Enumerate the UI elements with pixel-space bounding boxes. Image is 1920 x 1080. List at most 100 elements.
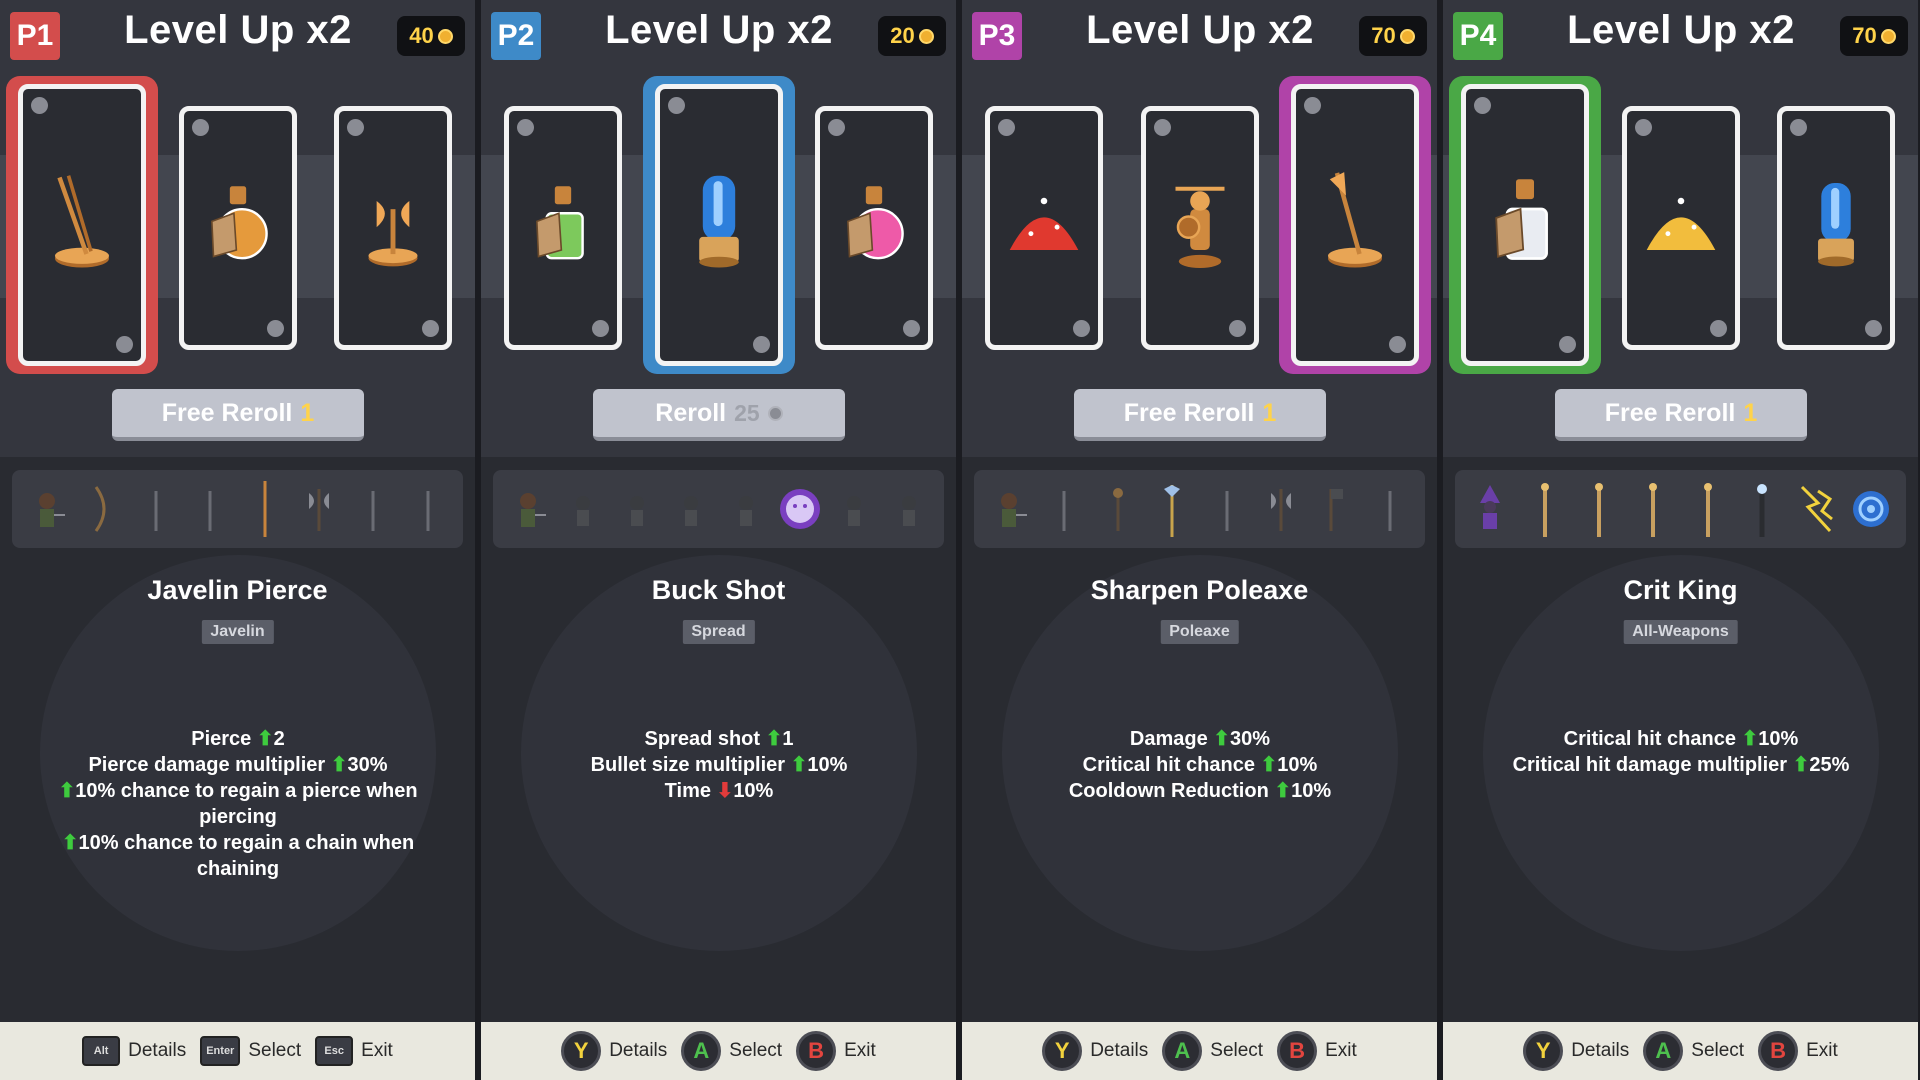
javelin-icon[interactable] [243,479,287,539]
upgrade-card-2[interactable] [655,84,783,366]
upgrade-card-3[interactable] [1291,84,1419,366]
wand-icon[interactable] [1631,479,1675,539]
vortex-icon[interactable] [1849,479,1893,539]
card-area: P2 Level Up x2 20 Reroll 25 [481,0,956,457]
coin-icon [1399,28,1415,44]
stat-value: 30% [347,754,388,776]
key-alt-icon: Alt [82,1036,121,1066]
character-icon[interactable] [987,479,1031,539]
player-badge: P1 [10,12,60,60]
stat-line: Pierce ⬆2 [40,726,436,752]
dagger-icon[interactable] [188,479,232,539]
upgrade-card-1[interactable] [1461,84,1589,366]
spear-icon[interactable] [1368,479,1412,539]
soldier-icon[interactable] [724,479,768,539]
level-up-title: Level Up x2 [1086,8,1314,52]
reroll-label: Free Reroll [161,398,293,427]
free-reroll-count: 1 [1743,398,1758,427]
soldier-icon[interactable] [561,479,605,539]
soldier-icon[interactable] [615,479,659,539]
card-corner-dot [592,320,609,337]
bow-icon[interactable] [80,479,124,539]
hint-select[interactable]: Enter Select [200,1036,301,1066]
hint-details[interactable]: Alt Details [82,1036,186,1066]
weapon-tag: All-Weapons [1623,620,1738,644]
card-corner-dot [903,320,920,337]
upgrade-card-2[interactable] [1141,106,1259,350]
axe-icon[interactable] [1259,479,1303,539]
upgrade-card-2[interactable] [179,106,297,350]
poleaxe-icon[interactable] [1150,479,1194,539]
wand-icon[interactable] [1686,479,1730,539]
spear-icon[interactable] [134,479,178,539]
stat-value: 10% [1758,728,1799,750]
moon-icon[interactable] [778,479,822,539]
hint-exit[interactable]: B Exit [1758,1031,1838,1071]
character-icon[interactable] [25,479,69,539]
wizard-icon[interactable] [1468,479,1512,539]
stat-value: 10% [1277,754,1318,776]
soldier-icon[interactable] [669,479,713,539]
stat-line: Critical hit chance ⬆10% [1002,752,1398,778]
scepter-icon[interactable] [1740,479,1784,539]
hint-exit[interactable]: B Exit [796,1031,876,1071]
character-icon[interactable] [506,479,550,539]
wand-icon[interactable] [1577,479,1621,539]
gold-counter: 20 [878,16,946,56]
hint-exit[interactable]: B Exit [1277,1031,1357,1071]
stat-name: Spread shot [644,728,761,750]
player-panel-p4: P4 Level Up x2 70 Free Reroll 1 Crit King All-… [1443,0,1918,1080]
mace-icon[interactable] [1096,479,1140,539]
upgrade-card-1[interactable] [18,84,146,366]
upgrade-card-2[interactable] [1622,106,1740,350]
reroll-button[interactable]: Free Reroll 1 [1074,389,1326,441]
hint-label: Details [1090,1040,1149,1061]
hint-exit[interactable]: Esc Exit [315,1036,393,1066]
flag-icon[interactable] [1313,479,1357,539]
spear-icon[interactable] [1205,479,1249,539]
gold-value: 40 [409,23,434,48]
hint-details[interactable]: Y Details [561,1031,667,1071]
button-a-icon: A [681,1031,722,1071]
reroll-button[interactable]: Free Reroll 1 [112,389,364,441]
hint-details[interactable]: Y Details [1042,1031,1148,1071]
hint-label: Exit [844,1040,876,1061]
player-panel-p1: P1 Level Up x2 40 Free Reroll 1 Javelin Pierc… [0,0,475,1080]
shell-blue-icon [674,169,764,282]
reroll-button[interactable]: Reroll 25 [593,389,845,441]
warrior-statue-icon [1159,177,1241,280]
level-up-title: Level Up x2 [124,8,352,52]
hint-details[interactable]: Y Details [1523,1031,1629,1071]
upgrade-card-1[interactable] [985,106,1103,350]
staff-icon[interactable] [406,479,450,539]
hint-label: Details [128,1040,187,1061]
card-corner-dot [1229,320,1246,337]
poleaxe-statue-icon [1310,169,1400,282]
lightning-icon[interactable] [1794,479,1838,539]
pile-red-icon [1003,177,1085,280]
hint-select[interactable]: A Select [1162,1031,1263,1071]
stat-name: Critical hit chance [1563,728,1736,750]
stat-list: Damage ⬆30% Critical hit chance ⬆10% Coold… [1002,726,1398,804]
soldier-icon[interactable] [832,479,876,539]
stat-value: 2 [273,728,285,750]
button-y-icon: Y [1042,1031,1083,1071]
skill-name: Buck Shot [651,575,786,605]
axe-icon[interactable] [297,479,341,539]
reroll-label: Free Reroll [1123,398,1255,427]
card-area: P4 Level Up x2 70 Free Reroll 1 [1443,0,1918,457]
stat-line: Damage ⬆30% [1002,726,1398,752]
wand-icon[interactable] [1523,479,1567,539]
hint-label: Details [609,1040,668,1061]
upgrade-card-3[interactable] [815,106,933,350]
soldier-icon[interactable] [887,479,931,539]
spear-icon[interactable] [1042,479,1086,539]
upgrade-card-3[interactable] [334,106,452,350]
hint-select[interactable]: A Select [1643,1031,1744,1071]
upgrade-card-3[interactable] [1777,106,1895,350]
javelin-statue-icon [37,169,127,282]
hint-select[interactable]: A Select [681,1031,782,1071]
upgrade-card-1[interactable] [504,106,622,350]
blade-icon[interactable] [351,479,395,539]
reroll-button[interactable]: Free Reroll 1 [1555,389,1807,441]
